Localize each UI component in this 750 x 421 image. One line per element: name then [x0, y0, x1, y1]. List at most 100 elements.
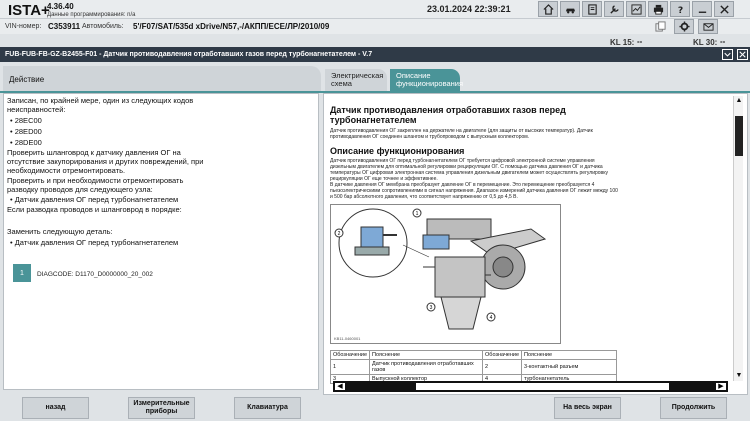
- fullscreen-button[interactable]: На весь экран: [554, 397, 621, 419]
- legend-cell: 2: [482, 359, 523, 375]
- legend-table: Обозначение Пояснение Обозначение Поясне…: [329, 350, 618, 384]
- data-programming-label: Данные программирования: n/a: [47, 12, 136, 18]
- minimize-button[interactable]: [692, 1, 712, 17]
- check-wiring-line-2: разводку проводов для следующего узла:: [7, 185, 153, 194]
- sensor-drawing: 1 2 3 4: [334, 208, 547, 330]
- close-app-button[interactable]: [714, 1, 734, 17]
- settings-button[interactable]: [674, 19, 694, 34]
- wrench-icon: [609, 4, 619, 14]
- fault-intro-line-1: Записан, по крайней мере, один из следую…: [7, 96, 194, 105]
- home-button[interactable]: [538, 1, 558, 17]
- chart-icon: [630, 3, 642, 15]
- printer-icon: [653, 4, 663, 15]
- vertical-scrollbar[interactable]: ▲ ▼: [733, 96, 743, 381]
- back-button[interactable]: назад: [22, 397, 89, 419]
- tab-function-description[interactable]: Описание функционирования: [390, 69, 463, 91]
- sensor-diagram: 1 2 3 4 KB11-0460001: [330, 204, 561, 344]
- kl30-value: --: [720, 37, 726, 46]
- fault-code-item: • 28ED00: [10, 127, 42, 136]
- step-number-badge: 1: [13, 264, 31, 282]
- diagcode: DIAGCODE: D1170_D0000000_20_002: [37, 271, 153, 278]
- home-icon: [542, 3, 554, 15]
- status-icons: [650, 19, 718, 34]
- minimize-icon: [698, 11, 706, 13]
- callout-2: 2: [338, 231, 341, 237]
- legend-header-cell: Обозначение: [329, 350, 371, 360]
- app-version: 4.36.40: [47, 2, 74, 11]
- callout-1: 1: [416, 211, 419, 217]
- scroll-thumb[interactable]: [735, 116, 743, 156]
- keyboard-button[interactable]: Клавиатура: [234, 397, 301, 419]
- description-title: Датчик противодавления отработавших газо…: [330, 105, 566, 125]
- minimize-window-button[interactable]: [722, 49, 733, 60]
- window-title-bar: FUB-FUB-FB-GZ-B2455-F01 - Датчик противо…: [0, 47, 750, 62]
- check-hose-line-2: отсутствие закупорирования и других повр…: [7, 157, 204, 166]
- wiring-node-item: • Датчик давления ОГ перед турбонагнетат…: [10, 195, 179, 204]
- legend-header-cell: Обозначение: [482, 350, 523, 360]
- kl15-value: --: [637, 37, 643, 46]
- vin-label: VIN-номер:: [5, 23, 42, 30]
- app-name: ISTA+: [8, 2, 50, 19]
- copy-icon: [654, 21, 666, 32]
- close-icon: [739, 51, 746, 58]
- svg-text:?: ?: [677, 5, 682, 15]
- horizontal-scrollbar[interactable]: ◀ ▶: [333, 381, 728, 392]
- print-button[interactable]: [648, 1, 668, 17]
- check-hose-line-3: необходимости отремонтировать.: [7, 166, 126, 175]
- replace-part-item: • Датчик давления ОГ перед турбонагнетат…: [10, 238, 179, 247]
- scroll-down-icon[interactable]: ▼: [735, 372, 743, 380]
- legend-cell: 3-контактный разъем: [521, 359, 618, 375]
- intro-line-2: противодавления ОГ соединен шлангом и тр…: [330, 134, 530, 140]
- replace-part-text: Заменить следующую деталь:: [7, 227, 113, 236]
- table-row: 1 Датчик противодавления отработавших га…: [329, 359, 618, 375]
- horizontal-scroll-thumb[interactable]: [416, 383, 669, 390]
- fault-code: 28DE00: [14, 138, 42, 147]
- mail-icon: [702, 23, 714, 31]
- fault-code: 28EC00: [14, 116, 42, 125]
- legend-header-cell: Пояснение: [521, 350, 618, 360]
- fault-code-item: • 28DE00: [10, 138, 42, 147]
- vin-value: C353911: [48, 22, 81, 31]
- service-button[interactable]: [604, 1, 624, 17]
- measuring-devices-button[interactable]: Измерительные приборы: [128, 397, 195, 419]
- car-label: Автомобиль:: [82, 23, 124, 30]
- car-value: 5'/F07/SAT/535d xDrive/N57,-/АКПП/ECE/ЛР…: [133, 22, 330, 31]
- check-hose-line-1: Проверить шланговрод к датчику давления …: [7, 148, 181, 157]
- legend-cell: Датчик противодавления отработавших газо…: [369, 359, 484, 375]
- tab-electrical-schema[interactable]: Электрическая схема: [325, 69, 387, 91]
- function-section-title: Описание функционирования: [330, 146, 465, 156]
- copy-button[interactable]: [650, 19, 670, 34]
- scroll-right-icon[interactable]: ▶: [716, 383, 726, 390]
- fault-code-item: • 28EC00: [10, 116, 42, 125]
- callout-4: 4: [490, 315, 493, 321]
- continue-button[interactable]: Продолжить: [660, 397, 727, 419]
- kl30-label: KL 30:: [693, 38, 718, 47]
- close-icon: [719, 4, 729, 14]
- scroll-left-icon[interactable]: ◀: [335, 383, 345, 390]
- scroll-up-icon[interactable]: ▲: [735, 97, 743, 105]
- mail-button[interactable]: [698, 19, 718, 34]
- vehicle-button[interactable]: [560, 1, 580, 17]
- toolbar: ?: [538, 1, 734, 17]
- fault-intro-line-2: неисправностей:: [7, 105, 66, 114]
- kl15-label: KL 15:: [610, 38, 635, 47]
- callout-3: 3: [430, 305, 433, 311]
- datetime: 23.01.2024 22:39:21: [427, 4, 511, 14]
- window-title: FUB-FUB-FB-GZ-B2455-F01 - Датчик противо…: [5, 51, 373, 58]
- fault-code: 28ED00: [14, 127, 42, 136]
- action-panel: Записан, по крайней мере, один из следую…: [3, 93, 319, 390]
- top-bar: ISTA+ 4.36.40 Данные программирования: n…: [0, 0, 750, 19]
- help-icon: ?: [677, 5, 682, 15]
- legend-cell: 1: [329, 359, 371, 375]
- tab-action[interactable]: Действие: [3, 66, 321, 91]
- measure-button[interactable]: [626, 1, 646, 17]
- function-line-7: и 500 бар абсолютного давления, что соот…: [330, 194, 518, 200]
- close-window-button[interactable]: [737, 49, 748, 60]
- wiring-node: Датчик давления ОГ перед турбонагнетател…: [14, 195, 179, 204]
- replace-part: Датчик давления ОГ перед турбонагнетател…: [14, 238, 179, 247]
- vehicle-info-bar: VIN-номер: C353911 Автомобиль: 5'/F07/SA…: [0, 19, 750, 47]
- help-button[interactable]: ?: [670, 1, 690, 17]
- wiring-ok-text: Если разводка проводов и шланговрод в по…: [7, 205, 182, 214]
- docs-button[interactable]: [582, 1, 602, 17]
- tab-action-label: Действие: [9, 75, 45, 84]
